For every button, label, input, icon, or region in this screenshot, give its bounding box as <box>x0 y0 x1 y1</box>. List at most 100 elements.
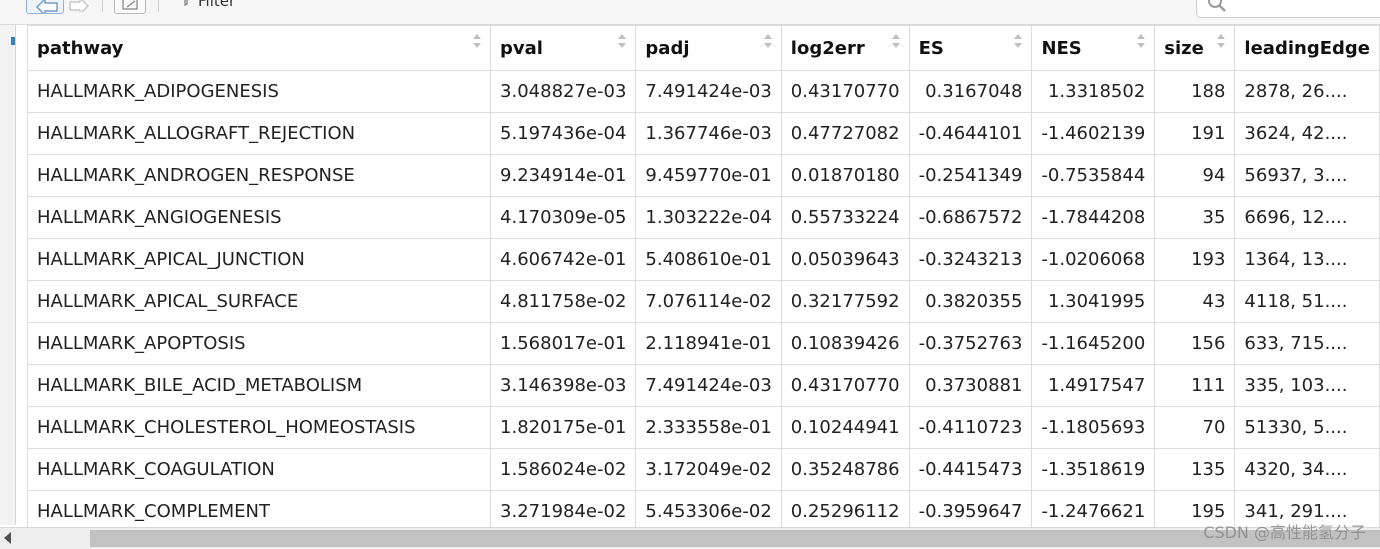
table-cell: 7.076114e-02 <box>635 280 782 323</box>
table-cell: 5.408610e-01 <box>635 238 782 281</box>
table-cell: -0.2541349 <box>908 154 1033 197</box>
table-cell: 1.568017e-01 <box>490 322 637 365</box>
table-cell: -1.3518619 <box>1031 448 1156 491</box>
table-cell: 94 <box>1154 154 1236 197</box>
sort-icon[interactable] <box>618 34 627 50</box>
toolbar-separator <box>158 0 159 12</box>
sort-icon[interactable] <box>891 34 901 50</box>
table-cell: 1.586024e-02 <box>490 448 637 491</box>
table-row: HALLMARK_ALLOGRAFT_REJECTION 5.197436e-04… <box>26 112 1380 155</box>
column-header-size[interactable]: size <box>1154 25 1236 71</box>
column-header-leadingedge[interactable]: leadingEdge <box>1234 25 1380 71</box>
table-cell: 1.3041995 <box>1031 280 1156 323</box>
table-row: HALLMARK_ANDROGEN_RESPONSE 9.234914e-01 9.… <box>26 154 1380 197</box>
table-cell: 3624, 42.... <box>1234 112 1380 155</box>
table-cell: 0.43170770 <box>780 364 910 407</box>
column-header-padj[interactable]: padj <box>635 25 782 71</box>
table-cell: 7.491424e-03 <box>635 364 782 407</box>
table-cell: 1.303222e-04 <box>635 196 782 239</box>
search-input[interactable] <box>1196 0 1380 18</box>
back-arrow-icon <box>35 0 58 13</box>
table-cell: HALLMARK_COAGULATION <box>26 448 492 491</box>
table-cell: 56937, 3.... <box>1234 154 1380 197</box>
table-cell: 0.47727082 <box>780 112 910 155</box>
table-cell: 0.3820355 <box>908 280 1033 323</box>
table-cell: 4.170309e-05 <box>490 196 637 239</box>
table-cell: -0.3243213 <box>908 238 1033 281</box>
table-cell: -0.3752763 <box>908 322 1033 365</box>
forward-arrow-icon <box>69 0 90 12</box>
scroll-left-arrow-icon[interactable] <box>4 532 11 544</box>
table-row: HALLMARK_APICAL_JUNCTION 4.606742e-01 5.40… <box>26 238 1380 281</box>
table-cell: 9.234914e-01 <box>490 154 637 197</box>
table-cell: HALLMARK_APICAL_SURFACE <box>26 280 492 323</box>
filter-icon <box>184 0 188 6</box>
table-cell: 0.3167048 <box>908 70 1033 113</box>
table-cell: 0.05039643 <box>780 238 910 281</box>
table-cell: 70 <box>1154 406 1236 449</box>
table-cell: -0.7535844 <box>1031 154 1156 197</box>
table-cell: 4.606742e-01 <box>490 238 637 281</box>
table-cell: 1.367746e-03 <box>635 112 782 155</box>
filter-label: Filter <box>198 0 236 10</box>
column-header-label: log2err <box>790 37 865 59</box>
data-table: pathway pval padj log2err ES NES size le… <box>26 25 1380 533</box>
table-cell: 156 <box>1154 322 1236 365</box>
column-header-label: padj <box>645 37 690 59</box>
table-cell: 135 <box>1154 448 1236 491</box>
table-cell: 335, 103.... <box>1234 364 1380 407</box>
header-row: pathway pval padj log2err ES NES size le… <box>26 25 1380 71</box>
sort-icon[interactable] <box>1217 34 1226 50</box>
sort-icon[interactable] <box>1137 34 1146 50</box>
table-cell: HALLMARK_BILE_ACID_METABOLISM <box>26 364 492 407</box>
table-cell: 0.32177592 <box>780 280 910 323</box>
column-header-label: pval <box>500 37 543 59</box>
sort-icon[interactable] <box>473 34 482 50</box>
scrollbar-thumb[interactable] <box>90 530 1380 547</box>
table-cell: -1.0206068 <box>1031 238 1156 281</box>
filter-button[interactable]: Filter <box>180 0 235 12</box>
search-icon <box>1208 0 1226 12</box>
table-row: HALLMARK_APOPTOSIS 1.568017e-01 2.118941e-… <box>26 322 1380 365</box>
table-cell: -1.7844208 <box>1031 196 1156 239</box>
column-header-label: ES <box>918 37 944 59</box>
table-cell: -1.1645200 <box>1031 322 1156 365</box>
table-cell: 191 <box>1154 112 1236 155</box>
column-header-nes[interactable]: NES <box>1031 25 1156 71</box>
table-cell: -0.4415473 <box>908 448 1033 491</box>
table-cell: HALLMARK_ADIPOGENESIS <box>26 70 492 113</box>
table-cell: 6696, 12.... <box>1234 196 1380 239</box>
sort-icon[interactable] <box>1014 34 1023 50</box>
popout-icon <box>122 0 138 10</box>
table-cell: -1.1805693 <box>1031 406 1156 449</box>
table-cell: 0.3730881 <box>908 364 1033 407</box>
table-cell: -0.6867572 <box>908 196 1033 239</box>
table-cell: 111 <box>1154 364 1236 407</box>
table-cell: 0.35248786 <box>780 448 910 491</box>
table-cell: 1.3318502 <box>1031 70 1156 113</box>
table-cell: 4118, 51.... <box>1234 280 1380 323</box>
table-cell: 0.55733224 <box>780 196 910 239</box>
sort-icon[interactable] <box>763 34 773 50</box>
forward-button[interactable] <box>66 0 92 14</box>
table-cell: 51330, 5.... <box>1234 406 1380 449</box>
column-header-pathway[interactable]: pathway <box>26 25 492 71</box>
table-cell: 4.811758e-02 <box>490 280 637 323</box>
show-in-new-window-button[interactable] <box>114 0 146 14</box>
table-cell: 4320, 34.... <box>1234 448 1380 491</box>
table-cell: HALLMARK_ALLOGRAFT_REJECTION <box>26 112 492 155</box>
column-header-es[interactable]: ES <box>908 25 1033 71</box>
column-header-log2err[interactable]: log2err <box>780 25 910 71</box>
row-gutter <box>0 25 16 525</box>
back-button[interactable] <box>26 0 64 14</box>
table-cell: 633, 715.... <box>1234 322 1380 365</box>
table-cell: 0.10244941 <box>780 406 910 449</box>
table-cell: 1364, 13.... <box>1234 238 1380 281</box>
viewer-toolbar: Filter <box>0 0 1380 25</box>
column-header-pval[interactable]: pval <box>490 25 637 71</box>
table-cell: HALLMARK_ANDROGEN_RESPONSE <box>26 154 492 197</box>
horizontal-scrollbar[interactable] <box>0 527 1380 549</box>
watermark: CSDN @高性能氢分子 <box>1203 523 1366 542</box>
table-cell: 193 <box>1154 238 1236 281</box>
column-header-label: leadingEdge <box>1244 37 1370 59</box>
